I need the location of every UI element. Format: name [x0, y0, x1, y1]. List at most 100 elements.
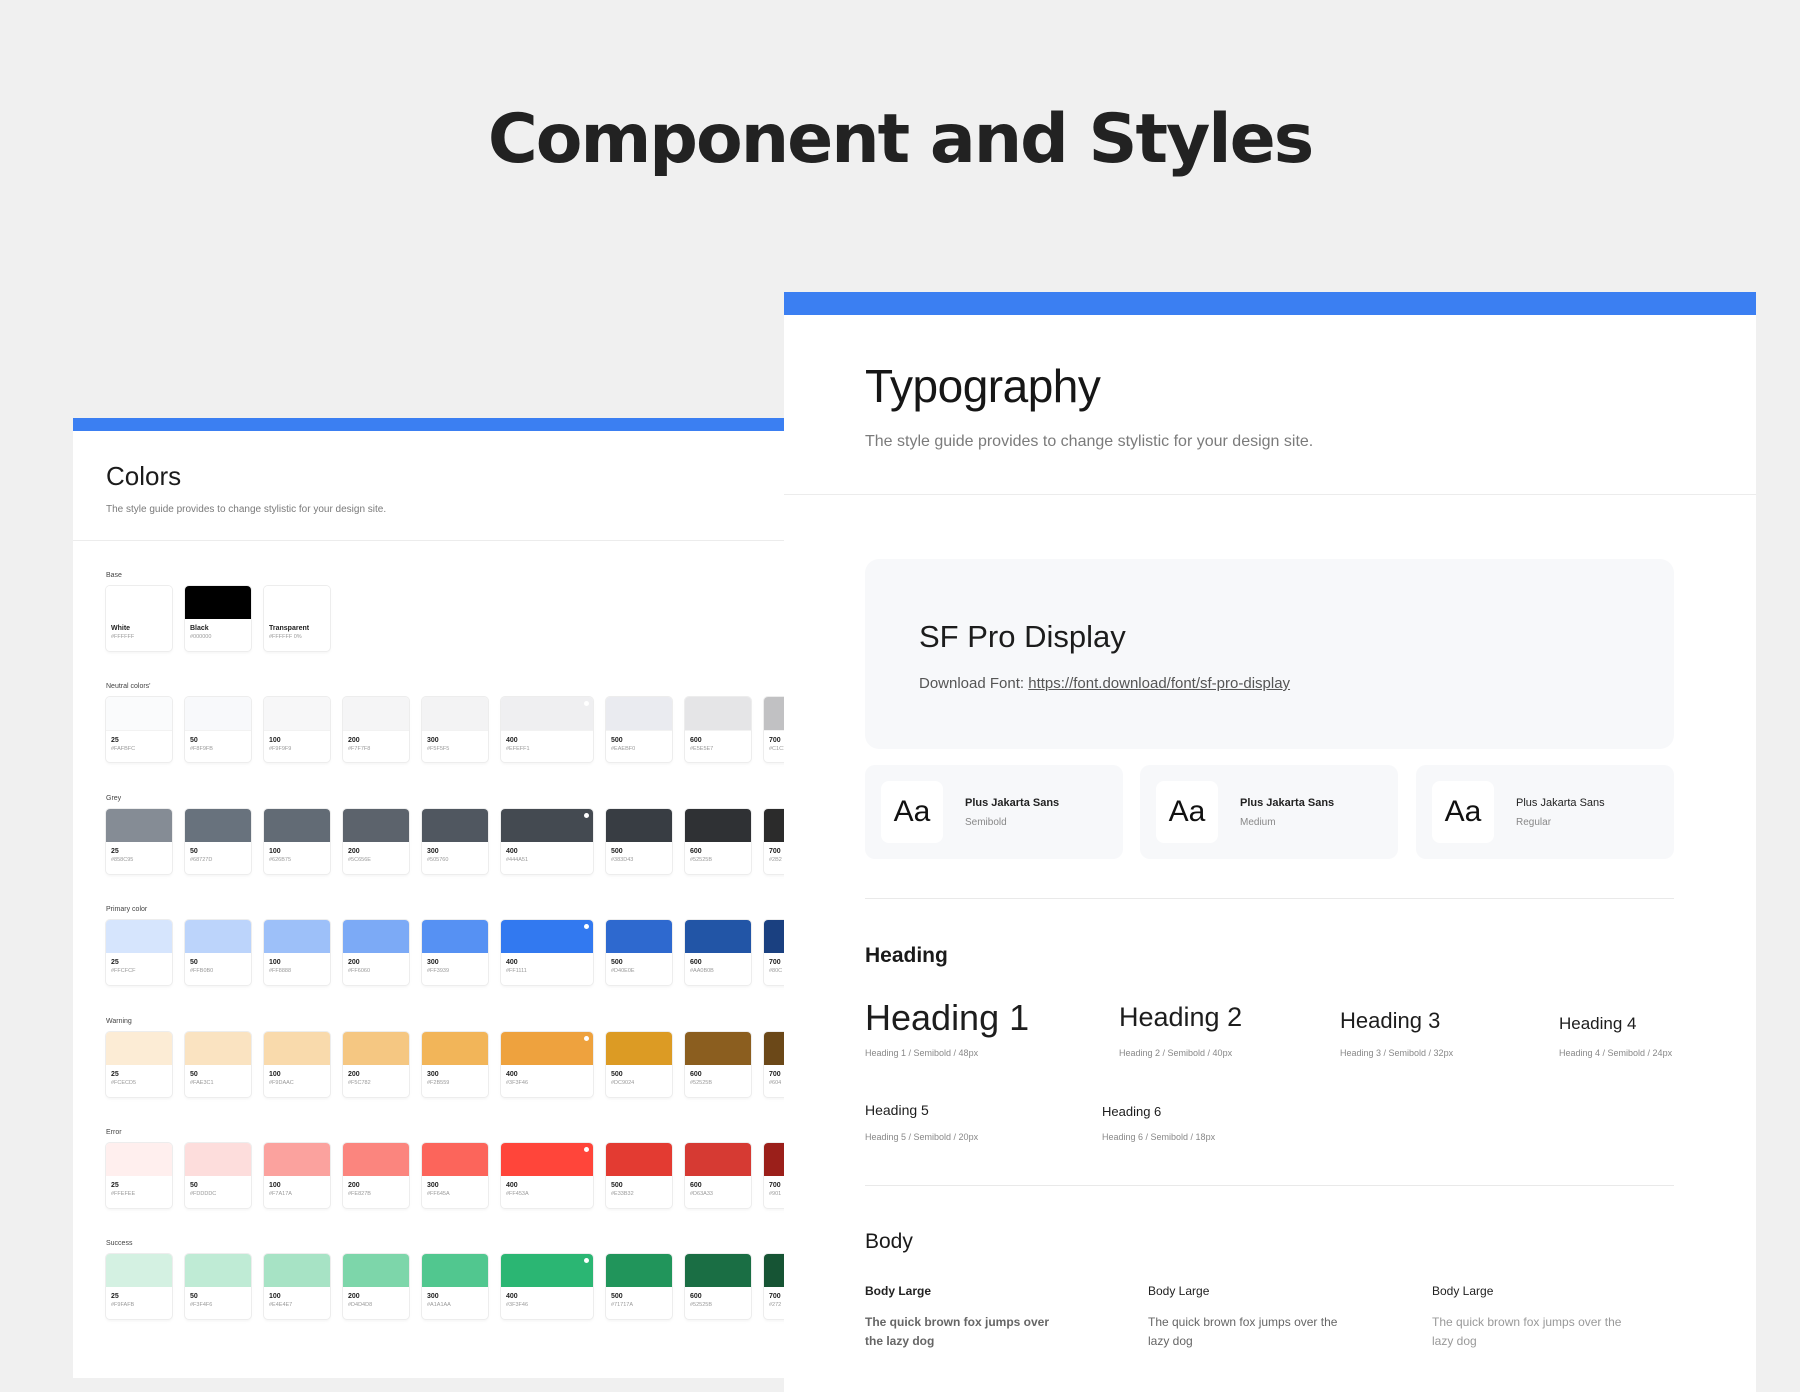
color-swatch[interactable]: 50 #FAE3C1: [185, 1032, 251, 1097]
color-swatch[interactable]: 500 #DC9024: [606, 1032, 672, 1097]
heading-5-sample: Heading 5: [865, 1102, 929, 1118]
swatch-hex: #626B75: [269, 857, 292, 863]
color-swatch[interactable]: 700 #272: [764, 1254, 785, 1319]
color-swatch[interactable]: 700 #C1C1: [764, 697, 785, 762]
color-swatch[interactable]: 300 #F2B559: [422, 1032, 488, 1097]
color-swatch[interactable]: 25 #FAFBFC: [106, 697, 172, 762]
color-swatch[interactable]: 400 #FF453A: [501, 1143, 593, 1208]
swatch-name: 25: [111, 1071, 119, 1078]
swatch-name: 500: [611, 1071, 623, 1078]
color-swatch[interactable]: 600 #52525B: [685, 1032, 751, 1097]
color-swatch[interactable]: 700 #80C: [764, 920, 785, 985]
swatch-color-chip: [185, 586, 251, 619]
color-swatch[interactable]: Transparent #FFFFFF 0%: [264, 586, 330, 651]
swatch-name: 100: [269, 737, 281, 744]
swatch-color-chip: [606, 1254, 672, 1287]
color-swatch[interactable]: White #FFFFFF: [106, 586, 172, 651]
color-swatch[interactable]: 50 #FDDDDC: [185, 1143, 251, 1208]
color-swatch[interactable]: 400 #3F3F46: [501, 1254, 593, 1319]
color-group: Neutral colors' 25 #FAFBFC 50 #F8F9FB 100 #F9F…: [106, 683, 785, 762]
color-swatch[interactable]: 400 #FF1111: [501, 920, 593, 985]
color-swatch[interactable]: 25 #FCECD5: [106, 1032, 172, 1097]
font-family-panel: SF Pro Display Download Font: https://fo…: [865, 559, 1674, 749]
color-swatch[interactable]: 500 #EAEBF0: [606, 697, 672, 762]
weight-label: Regular: [1516, 817, 1552, 828]
color-swatch[interactable]: 500 #D40E0E: [606, 920, 672, 985]
swatch-hex: #F8F9FB: [190, 746, 213, 752]
swatch-name: 300: [427, 1293, 439, 1300]
color-swatch[interactable]: 300 #F5F5F5: [422, 697, 488, 762]
swatch-hex: #FFFFFF: [111, 634, 135, 640]
swatch-hex: #505760: [427, 857, 449, 863]
swatch-row: 25 #FCECD5 50 #FAE3C1 100 #F9DAAC 200 #F5C782 30…: [106, 1032, 785, 1097]
color-swatch[interactable]: 400 #EFEFF1: [501, 697, 593, 762]
color-swatch[interactable]: 700 #2B2: [764, 809, 785, 874]
swatch-color-chip: [764, 1032, 785, 1065]
color-swatch[interactable]: 500 #E33B32: [606, 1143, 672, 1208]
color-swatch[interactable]: 500 #71717A: [606, 1254, 672, 1319]
swatch-name: 50: [190, 1071, 198, 1078]
color-swatch[interactable]: 100 #626B75: [264, 809, 330, 874]
swatch-hex: #C1C1: [769, 746, 785, 752]
color-swatch[interactable]: 600 #52525B: [685, 1254, 751, 1319]
color-swatch[interactable]: 100 #F9F9F9: [264, 697, 330, 762]
color-swatch[interactable]: 50 #68727D: [185, 809, 251, 874]
color-swatch[interactable]: 200 #5C656E: [343, 809, 409, 874]
color-swatch[interactable]: 100 #F7A17A: [264, 1143, 330, 1208]
color-swatch[interactable]: 100 #F9DAAC: [264, 1032, 330, 1097]
color-swatch[interactable]: 25 #F9FAFB: [106, 1254, 172, 1319]
swatch-color-chip: [606, 1032, 672, 1065]
color-swatch[interactable]: 50 #F3F4F6: [185, 1254, 251, 1319]
color-swatch[interactable]: 200 #FE827B: [343, 1143, 409, 1208]
color-swatch[interactable]: 300 #505760: [422, 809, 488, 874]
color-swatch[interactable]: 200 #FF6060: [343, 920, 409, 985]
swatch-color-chip: [185, 1143, 251, 1176]
swatch-hex: #3F3F46: [506, 1080, 529, 1086]
color-swatch[interactable]: 700 #604: [764, 1032, 785, 1097]
color-swatch[interactable]: 400 #3F3F46: [501, 1032, 593, 1097]
color-swatch[interactable]: 200 #D4D4D8: [343, 1254, 409, 1319]
color-swatch[interactable]: 25 #FFCFCF: [106, 920, 172, 985]
swatch-hex: #68727D: [190, 857, 213, 863]
swatch-color-chip: [501, 697, 593, 731]
color-swatch[interactable]: 200 #F5C782: [343, 1032, 409, 1097]
color-swatch[interactable]: 50 #F8F9FB: [185, 697, 251, 762]
swatch-name: 100: [269, 848, 281, 855]
color-swatch[interactable]: 200 #F7F7F8: [343, 697, 409, 762]
swatch-name: 700: [769, 959, 781, 966]
swatch-color-chip: [264, 697, 330, 731]
swatch-color-chip: [606, 920, 672, 953]
swatch-hex: #F9DAAC: [269, 1080, 294, 1086]
swatch-name: 25: [111, 1293, 119, 1300]
selected-indicator-icon: [584, 701, 589, 706]
color-swatch[interactable]: 500 #383D43: [606, 809, 672, 874]
color-swatch[interactable]: 25 #FFEFEE: [106, 1143, 172, 1208]
color-swatch[interactable]: Black #000000: [185, 586, 251, 651]
color-swatch[interactable]: 300 #FF645A: [422, 1143, 488, 1208]
body-large-label: Body Large: [1148, 1284, 1210, 1298]
color-swatch[interactable]: 600 #52525B: [685, 809, 751, 874]
color-group-label: Neutral colors': [106, 683, 151, 690]
heading-5-meta: Heading 5 / Semibold / 20px: [865, 1132, 979, 1142]
swatch-hex: #52525B: [690, 1080, 713, 1086]
color-swatch[interactable]: 25 #858C95: [106, 809, 172, 874]
color-swatch[interactable]: 600 #D63A33: [685, 1143, 751, 1208]
color-swatch[interactable]: 600 #E5E5E7: [685, 697, 751, 762]
swatch-hex: #D63A33: [690, 1191, 713, 1197]
color-swatch[interactable]: 300 #A1A1AA: [422, 1254, 488, 1319]
color-swatch[interactable]: 400 #444A51: [501, 809, 593, 874]
colors-card: Colors The style guide provides to chang…: [73, 418, 785, 1378]
color-swatch[interactable]: 600 #AA0B0B: [685, 920, 751, 985]
color-swatch[interactable]: 700 #901: [764, 1143, 785, 1208]
color-swatch[interactable]: 100 #E4E4E7: [264, 1254, 330, 1319]
swatch-color-chip: [422, 809, 488, 842]
color-swatch[interactable]: 100 #FF8888: [264, 920, 330, 985]
font-download-link[interactable]: https://font.download/font/sf-pro-displa…: [1028, 675, 1290, 692]
swatch-color-chip: [685, 920, 751, 953]
swatch-name: 100: [269, 959, 281, 966]
color-swatch[interactable]: 300 #FF3939: [422, 920, 488, 985]
color-swatch[interactable]: 50 #FFB0B0: [185, 920, 251, 985]
swatch-color-chip: [343, 809, 409, 842]
font-family-name: SF Pro Display: [919, 619, 1126, 654]
swatch-color-chip: [764, 920, 785, 953]
